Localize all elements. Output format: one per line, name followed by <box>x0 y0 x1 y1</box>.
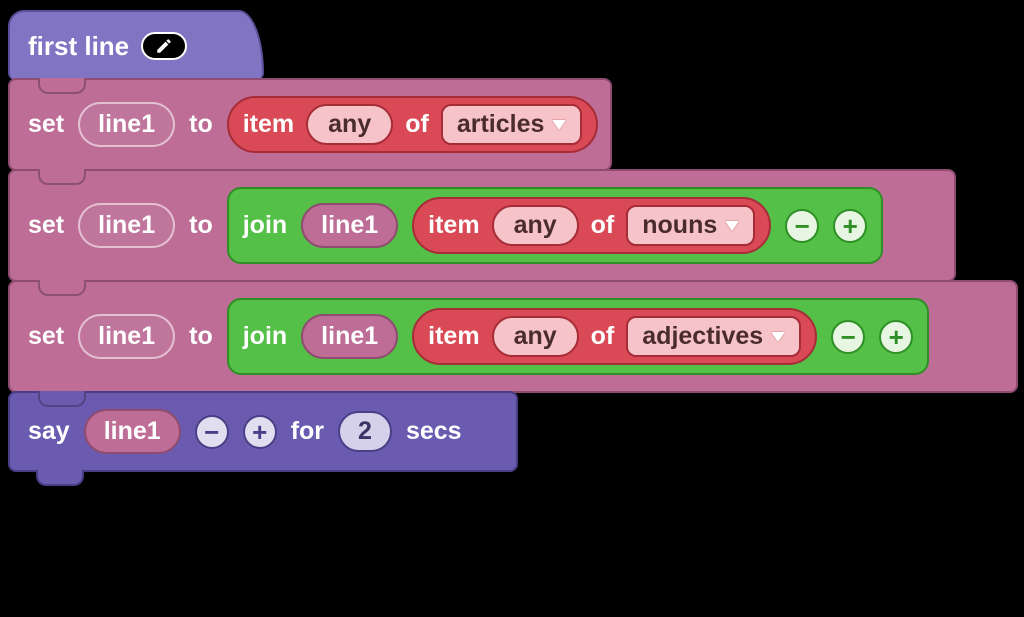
list-dropdown[interactable]: articles <box>441 104 583 145</box>
join-remove-input-button[interactable]: − <box>785 209 819 243</box>
say-for-secs-block[interactable]: say line1 − + for 2 secs <box>8 391 518 472</box>
to-label: to <box>189 211 213 240</box>
item-index-value: any <box>328 110 371 139</box>
for-label: for <box>291 417 324 446</box>
edit-hat-button[interactable] <box>141 32 187 60</box>
set-label: set <box>28 110 64 139</box>
hat-block-first-line[interactable]: first line <box>8 10 264 80</box>
of-label: of <box>591 211 615 240</box>
item-label: item <box>243 110 294 139</box>
list-name: nouns <box>642 211 717 240</box>
secs-label: secs <box>406 417 462 446</box>
item-label: item <box>428 211 479 240</box>
join-label: join <box>243 322 287 351</box>
item-of-reporter[interactable]: item any of adjectives <box>412 308 817 365</box>
chevron-down-icon <box>552 120 566 130</box>
list-dropdown[interactable]: nouns <box>626 205 755 246</box>
duration-input[interactable]: 2 <box>338 411 392 452</box>
list-name: articles <box>457 110 545 139</box>
item-index-dropdown[interactable]: any <box>492 205 579 246</box>
say-label: say <box>28 417 70 446</box>
say-remove-input-button[interactable]: − <box>195 415 229 449</box>
set-block-2[interactable]: set line1 to join line1 item any of noun… <box>8 169 956 282</box>
list-dropdown[interactable]: adjectives <box>626 316 801 357</box>
say-add-input-button[interactable]: + <box>243 415 277 449</box>
join-reporter[interactable]: join line1 item any of nouns − + <box>227 187 884 264</box>
set-label: set <box>28 211 64 240</box>
variable-slot[interactable]: line1 <box>78 102 175 147</box>
block-bottom-notch <box>8 472 518 488</box>
set-label: set <box>28 322 64 351</box>
item-index-value: any <box>514 322 557 351</box>
of-label: of <box>591 322 615 351</box>
join-reporter[interactable]: join line1 item any of adjectives − + <box>227 298 929 375</box>
item-index-dropdown[interactable]: any <box>492 316 579 357</box>
item-index-value: any <box>514 211 557 240</box>
set-block-3[interactable]: set line1 to join line1 item any of adje… <box>8 280 1018 393</box>
chevron-down-icon <box>771 332 785 342</box>
join-add-input-button[interactable]: + <box>879 320 913 354</box>
variable-slot[interactable]: line1 <box>78 203 175 248</box>
item-label: item <box>428 322 479 351</box>
join-arg-variable[interactable]: line1 <box>301 203 398 248</box>
join-label: join <box>243 211 287 240</box>
pencil-icon <box>155 37 173 55</box>
hat-title: first line <box>28 31 129 62</box>
say-arg-variable[interactable]: line1 <box>84 409 181 454</box>
item-of-reporter[interactable]: item any of articles <box>227 96 599 153</box>
join-arg-variable[interactable]: line1 <box>301 314 398 359</box>
block-stack: first line set line1 to item any of arti… <box>8 10 1016 488</box>
set-block-1[interactable]: set line1 to item any of articles <box>8 78 612 171</box>
list-name: adjectives <box>642 322 763 351</box>
join-add-input-button[interactable]: + <box>833 209 867 243</box>
chevron-down-icon <box>725 221 739 231</box>
to-label: to <box>189 110 213 139</box>
of-label: of <box>405 110 429 139</box>
variable-slot[interactable]: line1 <box>78 314 175 359</box>
to-label: to <box>189 322 213 351</box>
item-of-reporter[interactable]: item any of nouns <box>412 197 771 254</box>
join-remove-input-button[interactable]: − <box>831 320 865 354</box>
item-index-dropdown[interactable]: any <box>306 104 393 145</box>
